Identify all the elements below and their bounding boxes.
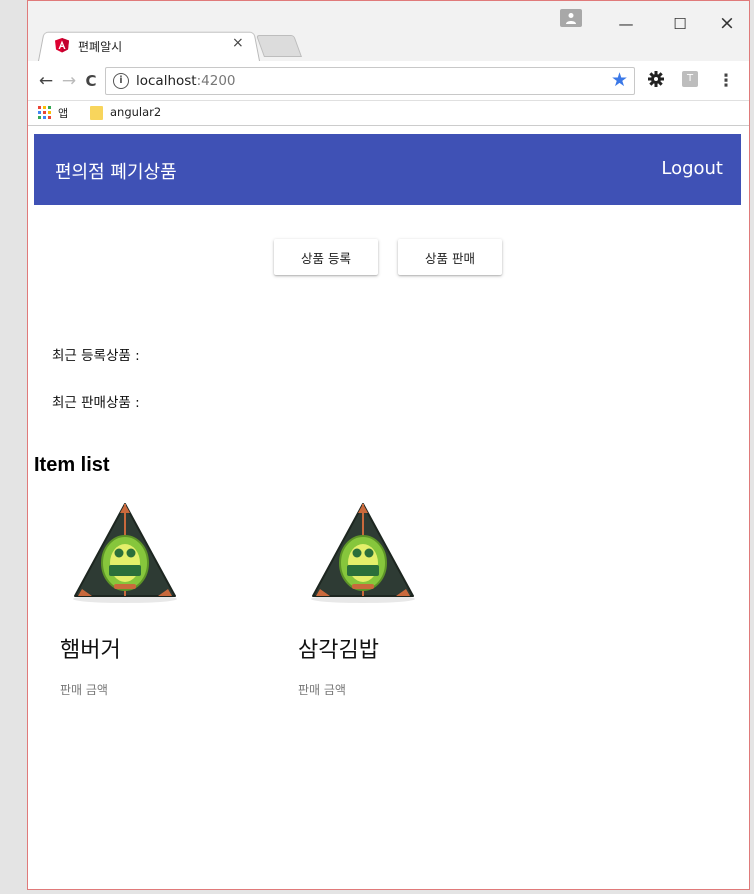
menu-icon[interactable]: ⋮ xyxy=(716,71,736,91)
browser-window: 편폐알시 × — ☐ × ← → C i localhost:4200 ★ T … xyxy=(27,0,750,890)
bookmarks-bar: 앱 angular2 xyxy=(28,101,749,125)
sell-product-button[interactable]: 상품 판매 xyxy=(398,239,502,275)
app-header: 편의점 폐기상품 Logout xyxy=(34,134,741,205)
bookmark-apps[interactable]: 앱 xyxy=(58,105,68,121)
item-card[interactable]: 햄버거 판매 금액 xyxy=(60,501,270,711)
tab-close-icon[interactable]: × xyxy=(232,35,244,51)
recent-registered-label: 최근 등록상품 : xyxy=(52,348,140,364)
item-price-label: 판매 금액 xyxy=(298,683,346,697)
item-card[interactable]: 삼각김밥 판매 금액 xyxy=(298,501,508,711)
bookmark-angular2[interactable]: angular2 xyxy=(110,105,161,119)
profile-button[interactable] xyxy=(560,9,582,27)
close-window-button[interactable]: × xyxy=(715,12,739,34)
back-button[interactable]: ← xyxy=(36,71,56,91)
title-bar: 편폐알시 × — ☐ × xyxy=(28,1,749,61)
new-tab-button[interactable] xyxy=(255,35,303,57)
item-list-title: Item list xyxy=(34,454,110,476)
forward-button[interactable]: → xyxy=(59,71,79,91)
address-bar[interactable]: i localhost:4200 ★ xyxy=(105,67,635,95)
browser-tab[interactable]: 편폐알시 × xyxy=(42,34,252,58)
person-icon xyxy=(566,13,576,24)
logout-link[interactable]: Logout xyxy=(661,158,723,179)
item-price-label: 판매 금액 xyxy=(60,683,108,697)
gear-icon[interactable] xyxy=(647,70,665,88)
extension-t-icon[interactable]: T xyxy=(682,71,698,87)
recent-sold-label: 최근 판매상품 : xyxy=(52,395,140,411)
maximize-button[interactable]: ☐ xyxy=(668,15,692,33)
info-icon[interactable]: i xyxy=(113,73,129,89)
browser-toolbar: ← → C i localhost:4200 ★ T ⋮ xyxy=(28,61,749,101)
app-title: 편의점 폐기상품 xyxy=(55,162,177,183)
reload-button[interactable]: C xyxy=(81,71,101,91)
register-product-button[interactable]: 상품 등록 xyxy=(274,239,378,275)
page-viewport: 편의점 폐기상품 Logout 상품 등록 상품 판매 최근 등록상품 : 최근… xyxy=(28,125,749,889)
apps-grid-icon[interactable] xyxy=(38,106,51,119)
onigiri-image xyxy=(73,503,177,603)
url-text: localhost:4200 xyxy=(136,73,236,89)
angular-icon xyxy=(55,38,69,53)
minimize-button[interactable]: — xyxy=(614,15,638,33)
folder-icon xyxy=(90,106,103,120)
onigiri-image xyxy=(311,503,415,603)
bookmark-star-icon[interactable]: ★ xyxy=(611,69,628,91)
tab-title: 편폐알시 xyxy=(78,40,123,54)
item-name: 삼각김밥 xyxy=(298,638,379,663)
item-name: 햄버거 xyxy=(60,638,121,663)
